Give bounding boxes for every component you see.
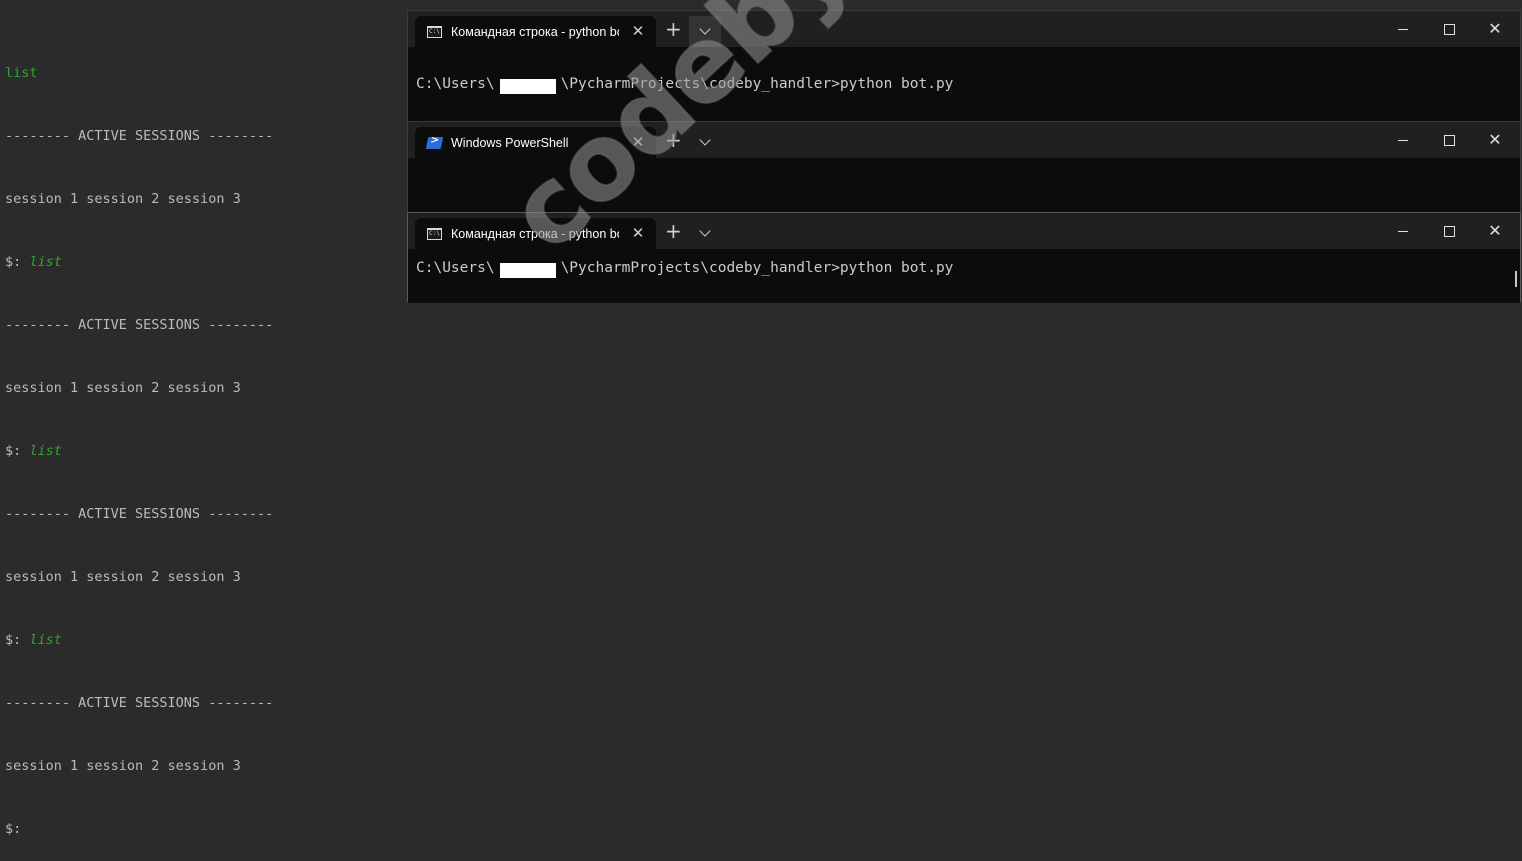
terminal-output[interactable] xyxy=(408,158,1520,214)
new-tab-button[interactable]: + xyxy=(665,221,682,241)
cmd-icon xyxy=(427,227,442,240)
tab-title: Windows PowerShell xyxy=(451,135,569,150)
new-tab-button[interactable]: + xyxy=(665,130,682,150)
terminal-titlebar[interactable]: Командная строка - python bot ✕ + ✕ xyxy=(408,11,1520,47)
close-window-button[interactable]: ✕ xyxy=(1472,122,1518,158)
terminal-window[interactable]: Командная строка - python bot ✕ + ✕ C:\U… xyxy=(407,10,1521,122)
console-line: $: list xyxy=(5,443,62,459)
console-line: -------- ACTIVE SESSIONS -------- xyxy=(5,317,274,333)
redacted-username xyxy=(498,78,557,95)
console-prompt: $: xyxy=(5,254,30,270)
maximize-icon xyxy=(1443,23,1455,35)
terminal-tab[interactable]: Командная строка - python bot ✕ xyxy=(415,16,656,47)
maximize-icon xyxy=(1443,134,1455,146)
terminal-output[interactable]: C:\Users\ \PycharmProjects\codeby_handler… xyxy=(408,47,1520,122)
tab-title: Командная строка - python bot xyxy=(451,24,619,39)
console-line: -------- ACTIVE SESSIONS -------- xyxy=(5,506,274,522)
tab-dropdown-button[interactable] xyxy=(689,218,721,249)
close-icon: ✕ xyxy=(1488,130,1502,149)
terminal-command-line: C:\Users\ \PycharmProjects\codeby_handler… xyxy=(416,75,953,95)
console-input-line[interactable]: $: xyxy=(5,819,400,840)
close-window-button[interactable]: ✕ xyxy=(1472,11,1518,47)
maximize-icon xyxy=(1443,225,1455,237)
terminal-tab[interactable]: Windows PowerShell ✕ xyxy=(415,127,656,158)
maximize-button[interactable] xyxy=(1426,213,1472,249)
console-output: list -------- ACTIVE SESSIONS -------- s… xyxy=(5,21,400,861)
console-line: $: list xyxy=(5,254,62,270)
terminal-titlebar[interactable]: Windows PowerShell ✕ + ✕ xyxy=(408,122,1520,158)
maximize-button[interactable] xyxy=(1426,122,1472,158)
console-line: session 1 session 2 session 3 xyxy=(5,758,241,774)
tab-dropdown-button[interactable] xyxy=(689,127,721,158)
console-line: session 1 session 2 session 3 xyxy=(5,569,241,585)
console-line: -------- ACTIVE SESSIONS -------- xyxy=(5,128,274,144)
terminal-window[interactable]: Windows PowerShell ✕ + ✕ xyxy=(407,121,1521,214)
close-tab-icon[interactable]: ✕ xyxy=(630,22,646,40)
cmd-icon xyxy=(427,25,442,38)
tab-dropdown-button[interactable] xyxy=(689,16,721,47)
minimize-icon xyxy=(1398,139,1408,141)
close-tab-icon[interactable]: ✕ xyxy=(630,224,646,242)
scrollbar-thumb[interactable] xyxy=(1515,271,1517,287)
terminal-titlebar[interactable]: Командная строка - python bot ✕ + ✕ xyxy=(408,213,1520,249)
tab-title: Командная строка - python bot xyxy=(451,226,619,241)
terminal-command-line: C:\Users\ \PycharmProjects\codeby_handler… xyxy=(416,259,953,279)
console-line: list xyxy=(5,65,38,81)
close-window-button[interactable]: ✕ xyxy=(1472,213,1518,249)
console-prompt: $: xyxy=(5,443,30,459)
console-line: -------- ACTIVE SESSIONS -------- xyxy=(5,695,274,711)
console-prompt: $: xyxy=(5,821,22,837)
console-line: session 1 session 2 session 3 xyxy=(5,191,241,207)
minimize-button[interactable] xyxy=(1380,11,1426,47)
chevron-down-icon xyxy=(699,23,711,35)
maximize-button[interactable] xyxy=(1426,11,1472,47)
console-line: $: list xyxy=(5,632,62,648)
console-line: session 1 session 2 session 3 xyxy=(5,380,241,396)
close-icon: ✕ xyxy=(1488,19,1502,38)
close-icon: ✕ xyxy=(1488,221,1502,240)
console-prompt: $: xyxy=(5,632,30,648)
minimize-button[interactable] xyxy=(1380,122,1426,158)
minimize-button[interactable] xyxy=(1380,213,1426,249)
chevron-down-icon xyxy=(699,134,711,146)
minimize-icon xyxy=(1398,230,1408,232)
redacted-username xyxy=(498,262,557,279)
terminal-output[interactable]: C:\Users\ \PycharmProjects\codeby_handler… xyxy=(408,249,1520,303)
close-tab-icon[interactable]: ✕ xyxy=(630,133,646,151)
minimize-icon xyxy=(1398,28,1408,30)
chevron-down-icon xyxy=(699,225,711,237)
terminal-window[interactable]: Командная строка - python bot ✕ + ✕ C:\U… xyxy=(407,212,1521,303)
powershell-icon xyxy=(425,136,444,149)
new-tab-button[interactable]: + xyxy=(665,19,682,39)
terminal-tab[interactable]: Командная строка - python bot ✕ xyxy=(415,218,656,249)
